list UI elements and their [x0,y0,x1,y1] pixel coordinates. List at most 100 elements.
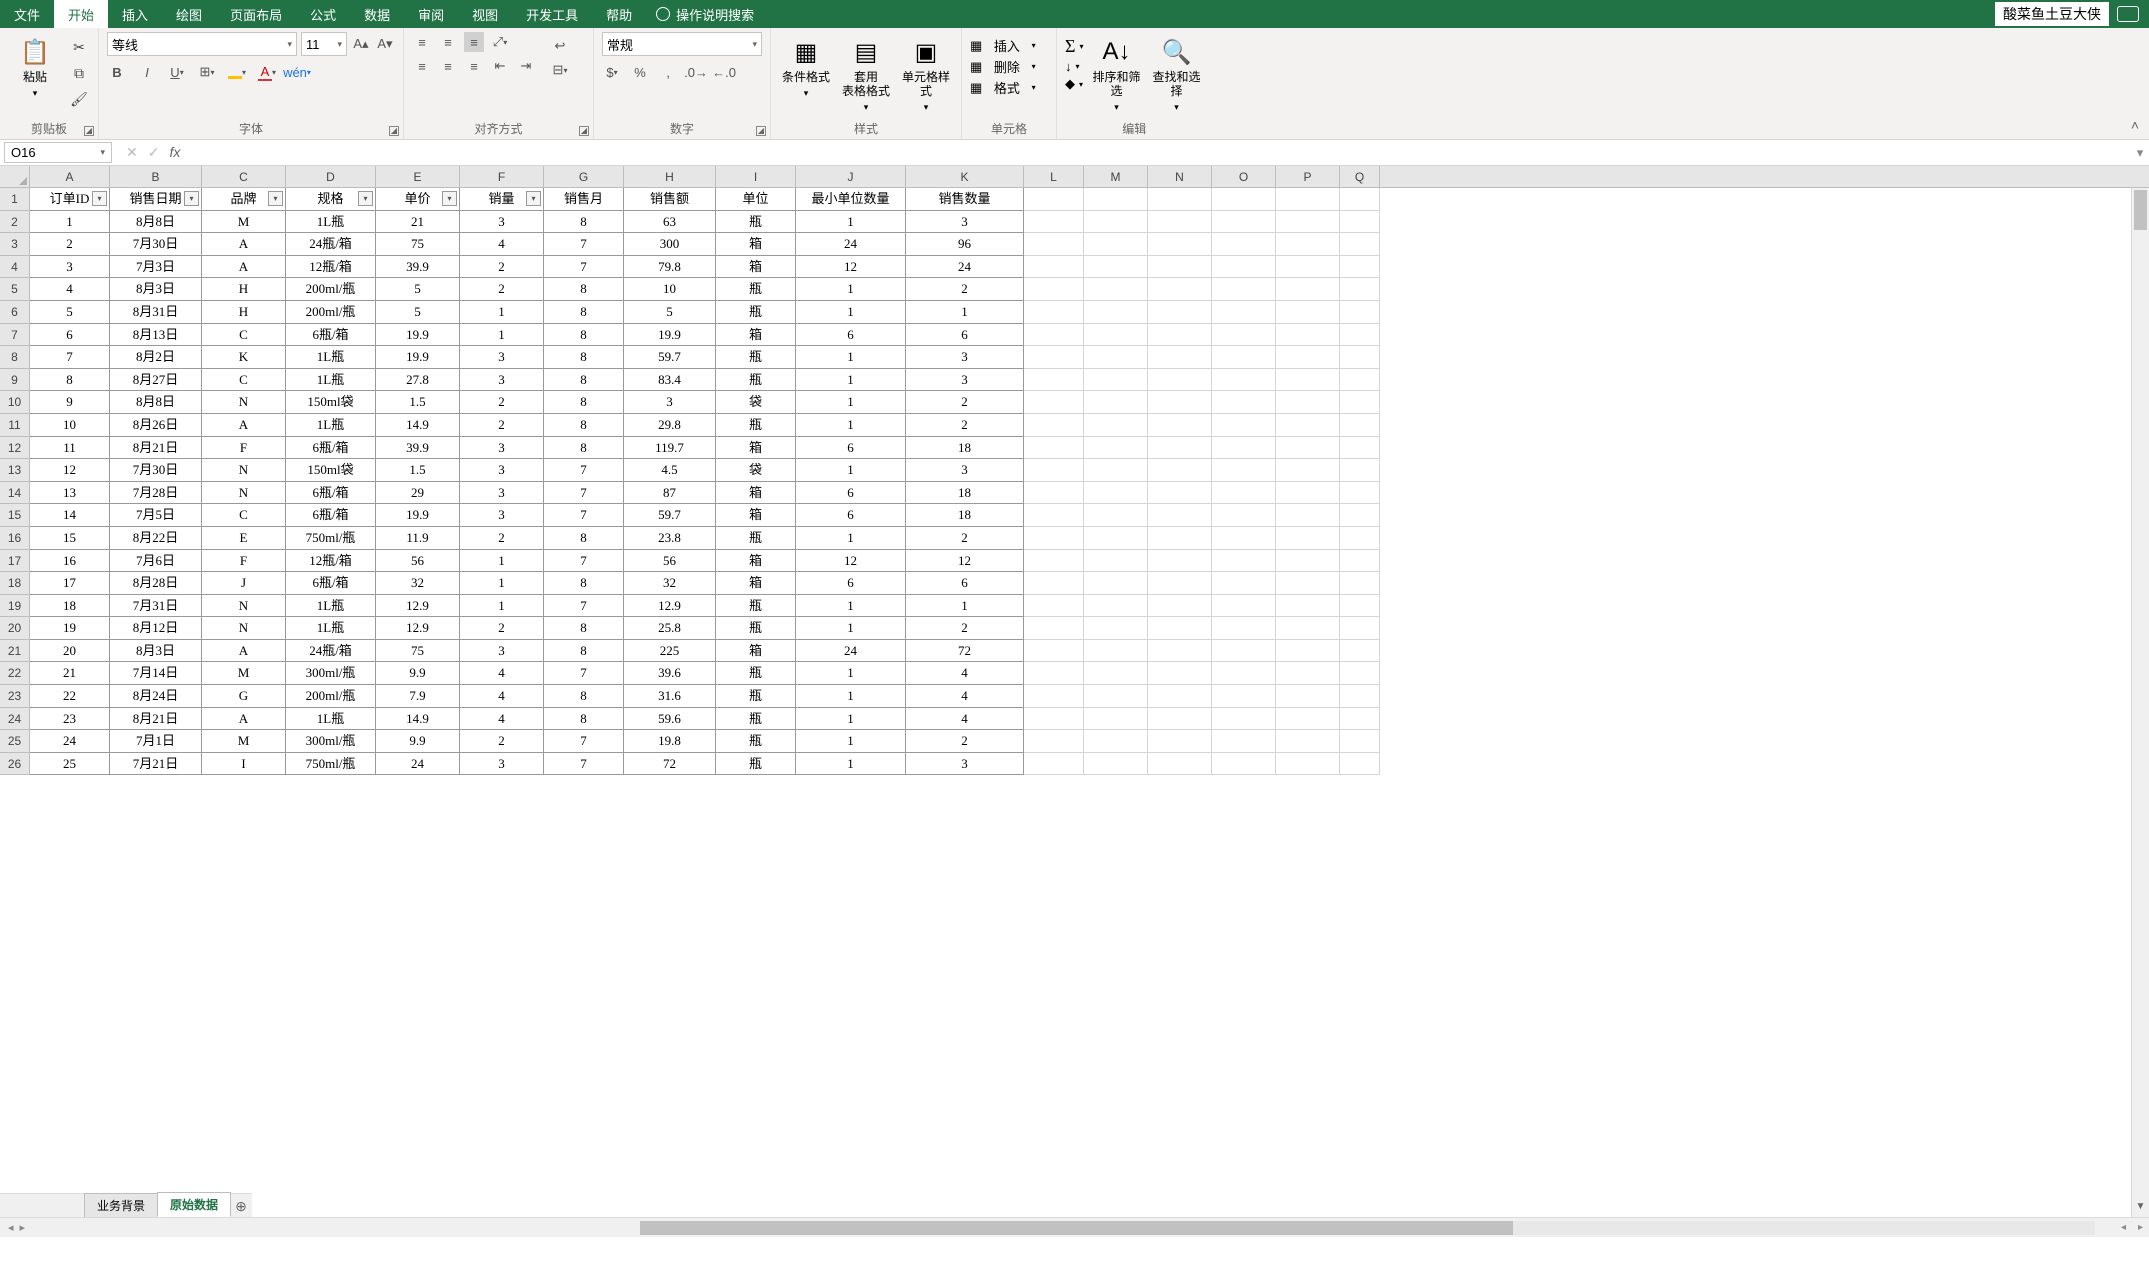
data-cell[interactable] [1024,504,1084,527]
column-header-E[interactable]: E [376,166,460,187]
data-cell[interactable]: 18 [906,504,1024,527]
data-cell[interactable]: 8月3日 [110,640,202,663]
data-cell[interactable]: 7 [544,256,624,279]
data-cell[interactable] [1276,753,1340,776]
format-as-table-button[interactable]: ▤套用 表格格式▾ [839,32,893,114]
data-cell[interactable]: 6瓶/箱 [286,482,376,505]
data-cell[interactable] [1340,640,1380,663]
data-cell[interactable]: 6 [796,437,906,460]
data-cell[interactable]: 8 [544,391,624,414]
data-cell[interactable] [1212,211,1276,234]
data-cell[interactable] [1340,617,1380,640]
data-cell[interactable]: 21 [30,662,110,685]
data-cell[interactable]: 6 [796,482,906,505]
data-cell[interactable] [1276,640,1340,663]
data-cell[interactable]: 25.8 [624,617,716,640]
row-header[interactable]: 7 [0,324,30,347]
data-cell[interactable]: 2 [460,278,544,301]
data-cell[interactable]: 5 [376,278,460,301]
data-cell[interactable] [1340,662,1380,685]
data-cell[interactable] [1024,527,1084,550]
data-cell[interactable] [1212,233,1276,256]
header-cell[interactable]: 单位 [716,188,796,211]
data-cell[interactable]: 袋 [716,391,796,414]
data-cell[interactable]: 24瓶/箱 [286,640,376,663]
decrease-decimal-button[interactable]: ←.0 [714,62,734,82]
data-cell[interactable]: 12 [30,459,110,482]
data-cell[interactable]: G [202,685,286,708]
data-cell[interactable]: N [202,617,286,640]
data-cell[interactable] [1212,278,1276,301]
data-cell[interactable]: 7月28日 [110,482,202,505]
data-cell[interactable]: 8月31日 [110,301,202,324]
data-cell[interactable] [1148,278,1212,301]
data-cell[interactable] [1212,527,1276,550]
data-cell[interactable] [1276,504,1340,527]
data-cell[interactable]: N [202,459,286,482]
data-cell[interactable]: 2 [460,414,544,437]
data-cell[interactable] [1340,595,1380,618]
row-header[interactable]: 9 [0,369,30,392]
data-cell[interactable] [1024,233,1084,256]
data-cell[interactable]: C [202,369,286,392]
data-cell[interactable] [1212,482,1276,505]
fill-button[interactable]: ↓▾ [1065,59,1084,74]
data-cell[interactable]: 1 [796,730,906,753]
data-cell[interactable]: 1 [796,708,906,731]
data-cell[interactable]: 7月21日 [110,753,202,776]
data-cell[interactable]: 7月14日 [110,662,202,685]
data-cell[interactable]: 5 [376,301,460,324]
data-cell[interactable]: 6 [796,572,906,595]
data-cell[interactable]: 59.6 [624,708,716,731]
data-cell[interactable] [1212,256,1276,279]
data-cell[interactable]: 12.9 [624,595,716,618]
data-cell[interactable]: 2 [906,527,1024,550]
data-cell[interactable]: 11 [30,437,110,460]
data-cell[interactable]: 8 [544,527,624,550]
underline-button[interactable]: U▾ [167,62,187,82]
number-dialog-launcher[interactable]: ◢ [756,126,766,136]
data-cell[interactable]: 225 [624,640,716,663]
data-cell[interactable]: 3 [460,640,544,663]
data-cell[interactable]: 9.9 [376,662,460,685]
data-cell[interactable]: 8月24日 [110,685,202,708]
column-header-D[interactable]: D [286,166,376,187]
data-cell[interactable]: 19.9 [376,324,460,347]
data-cell[interactable]: 79.8 [624,256,716,279]
data-cell[interactable] [1212,324,1276,347]
row-header[interactable]: 17 [0,550,30,573]
alignment-dialog-launcher[interactable]: ◢ [579,126,589,136]
column-header-J[interactable]: J [796,166,906,187]
data-cell[interactable] [1148,324,1212,347]
data-cell[interactable]: 23.8 [624,527,716,550]
data-cell[interactable]: 56 [376,550,460,573]
data-cell[interactable]: 3 [906,346,1024,369]
data-cell[interactable]: 8月26日 [110,414,202,437]
data-cell[interactable]: 瓶 [716,346,796,369]
data-cell[interactable] [1212,369,1276,392]
data-cell[interactable]: 1 [460,550,544,573]
scroll-left-arrow[interactable]: ◂ [2115,1222,2132,1233]
fx-icon[interactable]: fx [169,144,180,161]
increase-font-icon[interactable]: A▴ [351,34,371,54]
data-cell[interactable] [1276,233,1340,256]
row-header[interactable]: 20 [0,617,30,640]
header-cell[interactable]: 订单ID▾ [30,188,110,211]
data-cell[interactable]: 7月30日 [110,459,202,482]
data-cell[interactable] [1148,459,1212,482]
data-cell[interactable] [1276,595,1340,618]
data-cell[interactable] [1340,233,1380,256]
row-header[interactable]: 1 [0,188,30,211]
data-cell[interactable] [1212,595,1276,618]
data-cell[interactable]: 300ml/瓶 [286,730,376,753]
copy-button[interactable]: ⧉ [68,62,90,84]
data-cell[interactable] [1024,617,1084,640]
data-cell[interactable]: 7 [30,346,110,369]
data-cell[interactable]: 15 [30,527,110,550]
data-cell[interactable] [1024,662,1084,685]
data-cell[interactable]: 4 [460,685,544,708]
data-cell[interactable]: 1 [30,211,110,234]
data-cell[interactable]: 8 [544,437,624,460]
data-cell[interactable]: 200ml/瓶 [286,278,376,301]
data-cell[interactable] [1148,617,1212,640]
